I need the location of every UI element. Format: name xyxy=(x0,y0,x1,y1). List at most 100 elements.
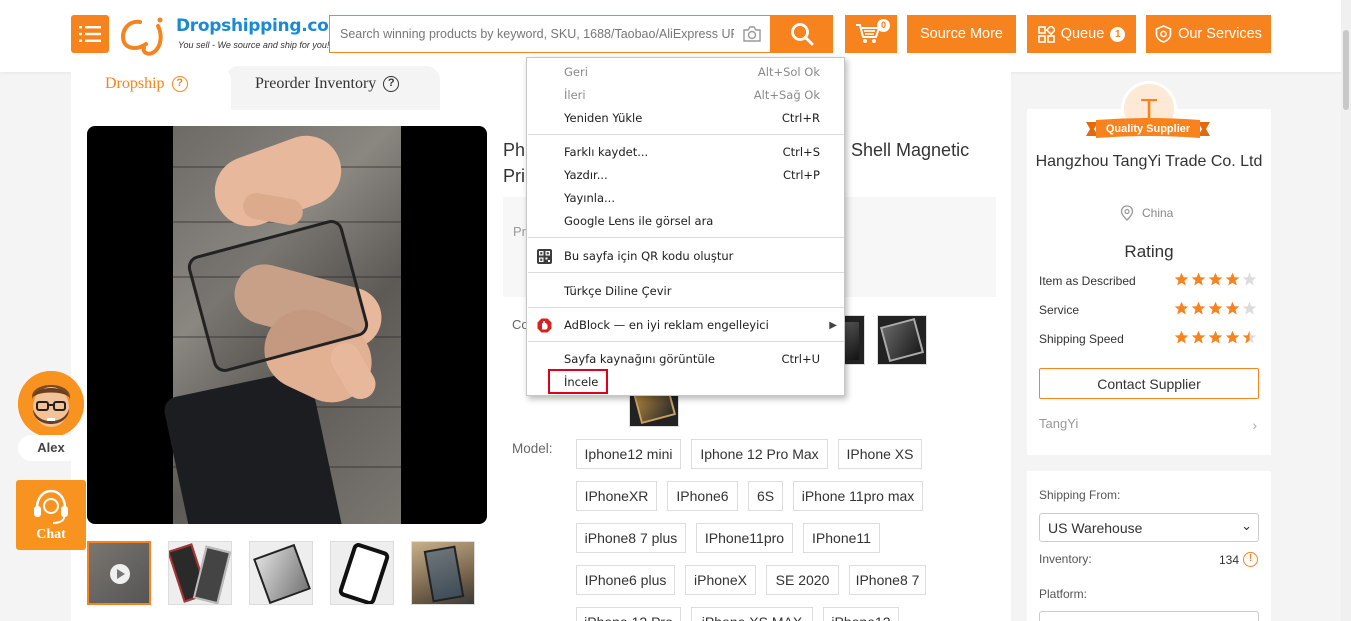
menu-item-label: İleri xyxy=(564,88,586,102)
menu-item-back[interactable]: Geri Alt+Sol Ok xyxy=(527,61,844,84)
thumbnail-video[interactable] xyxy=(87,541,151,605)
menu-item-shortcut: Alt+Sol Ok xyxy=(757,65,820,79)
cart-count-badge: 0 xyxy=(877,19,890,32)
model-option[interactable]: 6S xyxy=(748,481,783,511)
supplier-location: China xyxy=(1120,205,1173,221)
camera-icon[interactable] xyxy=(742,25,762,43)
menu-item-shortcut: Ctrl+P xyxy=(782,168,820,182)
model-option[interactable]: iPhoneX xyxy=(685,565,756,595)
menu-item-reload[interactable]: Yeniden Yükle Ctrl+R xyxy=(527,107,844,130)
model-option[interactable]: iPhone XS MAX xyxy=(691,607,813,621)
video-frame xyxy=(161,126,401,524)
agent-widget[interactable]: Alex xyxy=(18,371,84,461)
cart-button[interactable]: 0 xyxy=(845,15,897,53)
tab-preorder-label: Preorder Inventory xyxy=(255,75,377,92)
menu-item-google-lens[interactable]: Google Lens ile görsel ara xyxy=(527,210,844,233)
supplier-name[interactable]: Hangzhou TangYi Trade Co. Ltd xyxy=(1035,150,1263,173)
chat-label: Chat xyxy=(36,527,66,542)
queue-icon xyxy=(1037,25,1055,43)
menu-item-view-source[interactable]: Sayfa kaynağını görüntüle Ctrl+U xyxy=(527,348,844,371)
location-text: China xyxy=(1142,206,1174,220)
agent-avatar xyxy=(18,371,84,437)
model-option[interactable]: IPhone11pro xyxy=(696,523,793,553)
menu-item-label: Google Lens ile görsel ara xyxy=(564,214,714,228)
menu-item-cast[interactable]: Yayınla... xyxy=(527,187,844,210)
menu-item-adblock[interactable]: AdBlock — en iyi reklam engelleyici ▶ xyxy=(527,314,844,337)
thumbnail-image[interactable] xyxy=(168,541,232,605)
model-option[interactable]: Iphone12 mini xyxy=(576,439,681,469)
rating-title: Rating xyxy=(1124,242,1174,261)
chat-button[interactable]: Chat xyxy=(16,480,86,550)
cj-logo-icon xyxy=(121,17,163,56)
platform-label: Platform: xyxy=(1039,587,1088,601)
star-icon xyxy=(1191,272,1206,286)
platform-select[interactable] xyxy=(1039,611,1259,621)
tab-dropship[interactable]: Dropship ? xyxy=(71,66,231,110)
warning-icon[interactable]: ! xyxy=(1243,552,1259,567)
menu-item-forward[interactable]: İleri Alt+Sağ Ok xyxy=(527,84,844,107)
submenu-arrow-icon: ▶ xyxy=(829,320,837,331)
search-button[interactable] xyxy=(770,15,833,53)
our-services-button[interactable]: Our Services xyxy=(1146,15,1271,53)
menu-separator xyxy=(528,272,844,273)
model-option[interactable]: iPhone12 xyxy=(823,607,899,621)
model-option[interactable]: SE 2020 xyxy=(766,565,839,595)
rating-row-shipping-speed: Shipping Speed xyxy=(1039,330,1261,348)
model-label: Model: xyxy=(512,441,553,456)
product-video[interactable] xyxy=(87,126,487,524)
location-pin-icon xyxy=(1120,205,1134,221)
model-option[interactable]: iPhone 12 Pro xyxy=(576,607,681,621)
star-half-icon xyxy=(1242,330,1257,344)
menu-item-save-as[interactable]: Farklı kaydet... Ctrl+S xyxy=(527,141,844,164)
thumbnail-image[interactable] xyxy=(330,541,394,605)
help-icon[interactable]: ? xyxy=(383,76,400,92)
star-icon xyxy=(1174,301,1189,315)
search-icon xyxy=(790,23,813,46)
inventory-value: 134 ! xyxy=(1219,552,1259,567)
store-link[interactable]: TangYi › xyxy=(1039,416,1261,436)
quality-supplier-badge: Quality Supplier xyxy=(1086,118,1210,140)
source-more-button[interactable]: Source More xyxy=(907,15,1016,53)
menu-item-label: Türkçe Diline Çevir xyxy=(564,284,672,298)
queue-label: Queue xyxy=(1060,26,1105,42)
color-swatch[interactable] xyxy=(845,315,865,365)
model-option[interactable]: Iphone 12 Pro Max xyxy=(691,439,828,469)
menu-button[interactable] xyxy=(71,15,109,53)
star-icon xyxy=(1191,330,1206,344)
model-option[interactable]: IPhone11 xyxy=(803,523,880,553)
star-rating xyxy=(1174,301,1257,316)
model-option[interactable]: iPhone 11pro max xyxy=(793,481,923,511)
scrollbar-thumb[interactable] xyxy=(1343,30,1349,110)
contact-supplier-button[interactable]: Contact Supplier xyxy=(1039,368,1259,399)
site-logo[interactable]: Dropshipping.com You sell - We source an… xyxy=(118,14,346,56)
model-option[interactable]: iPhone8 7 plus xyxy=(576,523,686,553)
help-icon[interactable]: ? xyxy=(171,76,188,92)
thumbnail-image[interactable] xyxy=(249,541,313,605)
color-swatch[interactable] xyxy=(877,315,927,365)
menu-item-translate[interactable]: Türkçe Diline Çevir xyxy=(527,280,844,303)
services-icon xyxy=(1155,25,1172,43)
model-option[interactable]: IPhoneXR xyxy=(576,481,657,511)
menu-item-shortcut: Alt+Sağ Ok xyxy=(753,88,820,102)
menu-item-label: Sayfa kaynağını görüntüle xyxy=(564,352,715,366)
menu-item-label: Yayınla... xyxy=(564,191,615,205)
menu-separator xyxy=(528,237,844,238)
star-icon xyxy=(1174,330,1189,344)
adblock-icon xyxy=(537,318,552,333)
star-icon xyxy=(1174,272,1189,286)
menu-item-qr-code[interactable]: Bu sayfa için QR kodu oluştur xyxy=(527,245,844,268)
search-input[interactable] xyxy=(330,16,734,52)
model-option[interactable]: IPhone XS xyxy=(838,439,922,469)
model-option[interactable]: IPhone8 7 xyxy=(849,565,926,595)
model-option[interactable]: IPhone6 xyxy=(667,481,738,511)
tab-preorder-text: Preorder Inventory ? xyxy=(255,75,400,93)
shipping-from-select[interactable]: US Warehouse ⌄ xyxy=(1039,513,1259,542)
tab-preorder-inventory[interactable]: Preorder Inventory ? xyxy=(225,66,440,110)
product-title-line-1-end: Shell Magnetic xyxy=(851,140,970,160)
menu-item-print[interactable]: Yazdır... Ctrl+P xyxy=(527,164,844,187)
star-icon xyxy=(1225,330,1240,344)
queue-button[interactable]: Queue 1 xyxy=(1027,15,1136,53)
thumbnail-image[interactable] xyxy=(411,541,475,605)
model-option[interactable]: IPhone6 plus xyxy=(576,565,675,595)
page-scrollbar[interactable] xyxy=(1341,0,1351,621)
